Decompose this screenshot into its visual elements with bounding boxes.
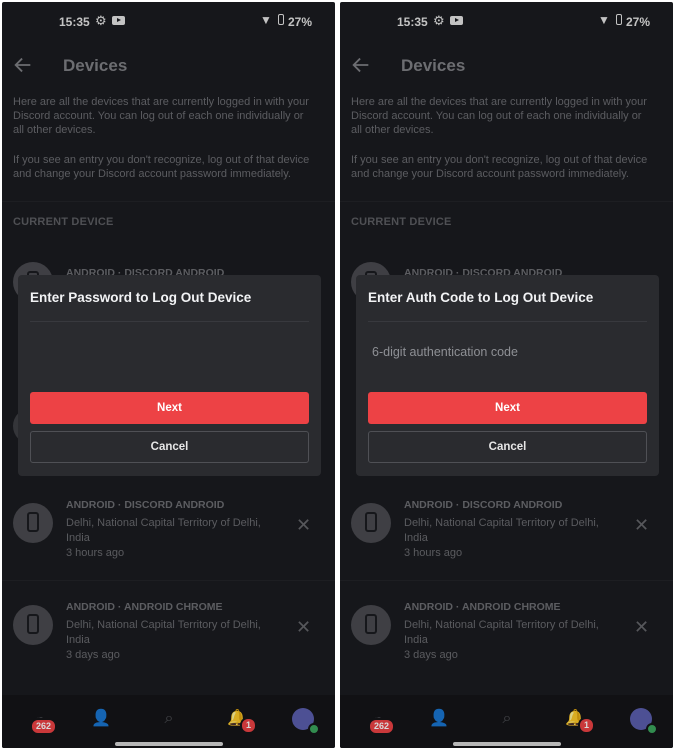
auth-code-input[interactable] [368,337,647,367]
phone-screen-left: 15:35 ⚙ ▼ 27% Devices Here are all the d… [2,2,335,748]
next-button[interactable]: Next [368,392,647,424]
auth-code-dialog: Enter Auth Code to Log Out Device Next C… [356,275,659,476]
cancel-button[interactable]: Cancel [368,431,647,463]
next-button[interactable]: Next [30,392,309,424]
password-dialog: Enter Password to Log Out Device Next Ca… [18,275,321,476]
phone-screen-right: 15:35 ⚙ ▼ 27% Devices Here are all the d… [340,2,673,748]
dialog-title: Enter Auth Code to Log Out Device [368,290,594,305]
password-input[interactable] [30,337,309,367]
dialog-title: Enter Password to Log Out Device [30,290,252,305]
dialog-divider [368,321,647,322]
cancel-button[interactable]: Cancel [30,431,309,463]
dialog-divider [30,321,309,322]
